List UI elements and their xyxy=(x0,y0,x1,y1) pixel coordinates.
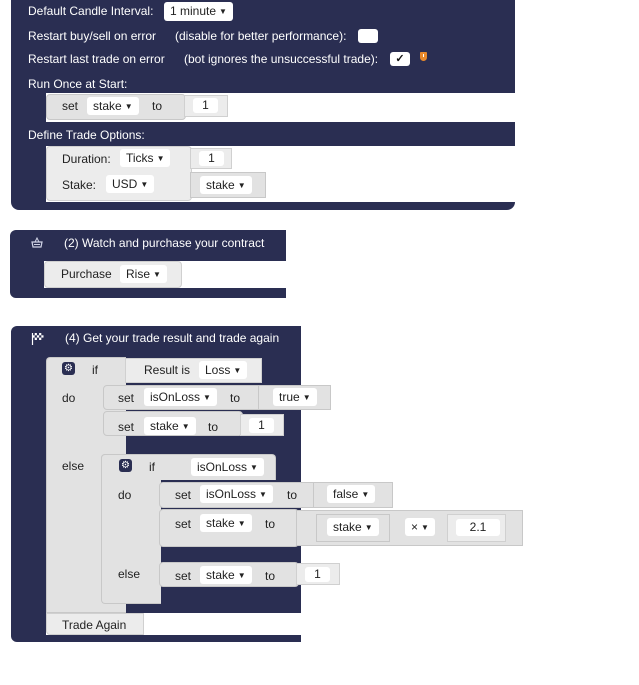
set-keyword: set xyxy=(62,99,79,113)
chevron-down-icon: ▼ xyxy=(250,463,258,472)
candle-interval-dropdown[interactable]: 1 minute ▼ xyxy=(164,2,233,21)
chevron-down-icon: ▼ xyxy=(219,7,227,16)
variable-name: stake xyxy=(333,520,362,534)
chevron-down-icon: ▼ xyxy=(203,393,211,402)
chevron-down-icon: ▼ xyxy=(153,270,161,279)
variable-name: isOnLoss xyxy=(197,460,248,474)
trade-again-label: Trade Again xyxy=(62,618,127,632)
do-keyword: do xyxy=(118,488,132,502)
number-input[interactable]: 1 xyxy=(249,418,274,433)
currency-value: USD xyxy=(112,177,138,191)
set-keyword: set xyxy=(175,488,192,502)
number-input[interactable]: 1 xyxy=(305,567,330,582)
to-keyword: to xyxy=(152,99,163,113)
boolean-dropdown[interactable]: true ▼ xyxy=(273,388,317,406)
variable-name: stake xyxy=(93,99,122,113)
to-keyword: to xyxy=(265,517,276,531)
variable-name: isOnLoss xyxy=(150,390,201,404)
result-is-label: Result is xyxy=(144,363,191,377)
restart-buysell-label: Restart buy/sell on error xyxy=(28,29,157,43)
currency-dropdown[interactable]: USD ▼ xyxy=(106,175,155,193)
result-value: Loss xyxy=(205,363,231,377)
boolean-dropdown[interactable]: false ▼ xyxy=(327,485,376,503)
candle-interval-label: Default Candle Interval: xyxy=(28,4,154,18)
set-keyword: set xyxy=(118,420,135,434)
duration-unit-value: Ticks xyxy=(126,151,154,165)
if-keyword: if xyxy=(92,363,98,377)
to-keyword: to xyxy=(287,488,298,502)
gear-icon[interactable]: ⚙ xyxy=(119,459,132,472)
chevron-down-icon: ▼ xyxy=(233,366,242,375)
restart-last-trade-hint: (bot ignores the unsuccessful trade): xyxy=(184,52,379,66)
boolean-value: true xyxy=(279,390,300,404)
trade-options-label: Define Trade Options: xyxy=(28,128,145,142)
duration-input[interactable]: 1 xyxy=(199,151,224,166)
variable-name: isOnLoss xyxy=(206,487,257,501)
to-keyword: to xyxy=(230,391,241,405)
chevron-down-icon: ▼ xyxy=(302,393,311,402)
restart-last-trade-label: Restart last trade on error xyxy=(28,52,165,66)
variable-dropdown[interactable]: stake ▼ xyxy=(200,566,252,584)
variable-dropdown[interactable]: isOnLoss ▼ xyxy=(144,388,217,406)
operator-dropdown[interactable]: × ▼ xyxy=(405,518,435,536)
number-input[interactable]: 1 xyxy=(193,98,218,113)
chevron-down-icon: ▼ xyxy=(237,181,246,190)
chevron-down-icon: ▼ xyxy=(156,154,165,163)
variable-dropdown[interactable]: stake ▼ xyxy=(200,514,252,532)
variable-dropdown[interactable]: stake ▼ xyxy=(87,97,139,115)
duration-label: Duration: xyxy=(62,152,111,166)
duration-unit-dropdown[interactable]: Ticks ▼ xyxy=(120,149,171,167)
variable-name: stake xyxy=(206,178,235,192)
variable-name: stake xyxy=(206,516,235,530)
checkered-flag-icon xyxy=(31,332,45,346)
to-keyword: to xyxy=(265,569,276,583)
multiplier-input[interactable]: 2.1 xyxy=(456,519,500,536)
purchase-block-title: (2) Watch and purchase your contract xyxy=(64,236,265,250)
to-keyword: to xyxy=(208,420,219,434)
set-keyword: set xyxy=(175,569,192,583)
candle-interval-value: 1 minute xyxy=(170,4,217,18)
operand-variable-dropdown[interactable]: stake ▼ xyxy=(327,518,379,536)
chevron-down-icon: ▼ xyxy=(237,519,246,528)
chevron-down-icon: ▼ xyxy=(181,422,190,431)
operator-value: × xyxy=(411,520,419,534)
set-keyword: set xyxy=(175,517,192,531)
variable-dropdown[interactable]: isOnLoss ▼ xyxy=(200,485,273,503)
purchase-label: Purchase xyxy=(61,267,112,281)
result-dropdown[interactable]: Loss ▼ xyxy=(199,361,248,379)
else-keyword: else xyxy=(62,459,85,473)
variable-dropdown[interactable]: stake ▼ xyxy=(144,417,196,435)
run-once-label: Run Once at Start: xyxy=(28,77,128,91)
shield-warning-icon[interactable] xyxy=(420,52,427,61)
stake-label: Stake: xyxy=(62,178,97,192)
gear-icon[interactable]: ⚙ xyxy=(62,362,75,375)
contract-type-value: Rise xyxy=(126,267,151,281)
chevron-down-icon: ▼ xyxy=(237,571,246,580)
chevron-down-icon: ▼ xyxy=(259,490,267,499)
restart-last-trade-checkbox[interactable]: ✓ xyxy=(390,52,410,66)
chevron-down-icon: ▼ xyxy=(124,102,133,111)
restart-buysell-checkbox[interactable] xyxy=(358,29,378,43)
boolean-value: false xyxy=(333,487,359,501)
chevron-down-icon: ▼ xyxy=(421,523,429,532)
trade-again-block-title: (4) Get your trade result and trade agai… xyxy=(65,331,280,345)
variable-name: stake xyxy=(150,419,179,433)
restart-buysell-hint: (disable for better performance): xyxy=(175,29,347,43)
chevron-down-icon: ▼ xyxy=(140,180,149,189)
else-keyword: else xyxy=(118,567,141,581)
chevron-down-icon: ▼ xyxy=(364,523,373,532)
basket-icon xyxy=(31,236,43,249)
contract-type-dropdown[interactable]: Rise ▼ xyxy=(120,265,167,283)
stake-variable-dropdown[interactable]: stake ▼ xyxy=(200,176,252,194)
do-keyword: do xyxy=(62,391,76,405)
variable-name: stake xyxy=(206,568,235,582)
set-keyword: set xyxy=(118,391,135,405)
if-keyword: if xyxy=(149,460,155,474)
condition-variable-dropdown[interactable]: isOnLoss ▼ xyxy=(191,458,264,476)
chevron-down-icon: ▼ xyxy=(361,490,370,499)
